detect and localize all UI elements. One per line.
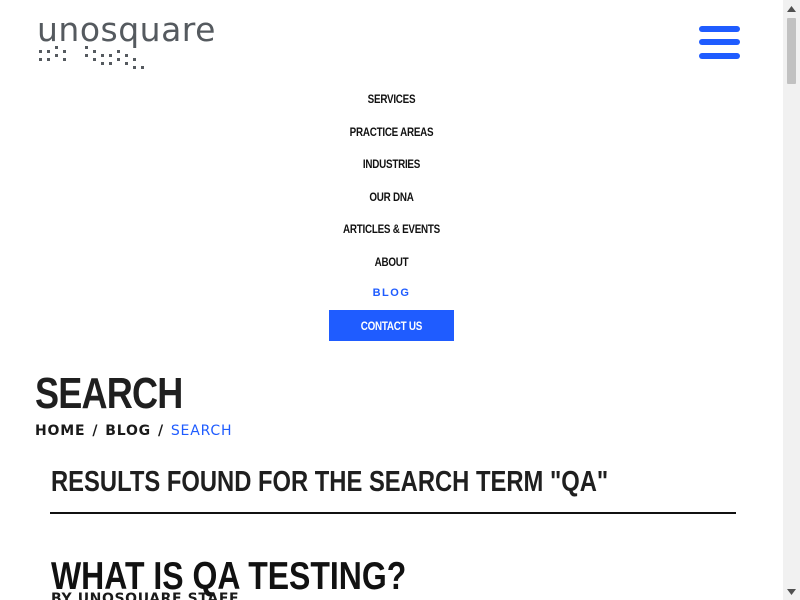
results-divider bbox=[50, 512, 736, 514]
post-byline: BY UNOSQUARE STAFF bbox=[51, 591, 240, 600]
hamburger-menu-icon bbox=[699, 26, 740, 59]
unosquare-logo[interactable]: unosquare bbox=[37, 10, 237, 74]
nav-item-services[interactable]: SERVICES bbox=[70, 92, 712, 106]
page-viewport: unosquare SERVICES PRACTICE AREAS INDUST… bbox=[0, 0, 783, 600]
nav-item-articles-events[interactable]: ARTICLES & EVENTS bbox=[70, 222, 712, 236]
breadcrumb-current: SEARCH bbox=[170, 423, 233, 439]
logo-wordmark: unosquare bbox=[37, 10, 216, 49]
breadcrumb-separator: / bbox=[92, 423, 99, 439]
menu-toggle-button[interactable] bbox=[699, 26, 741, 64]
nav-item-blog[interactable]: BLOG bbox=[0, 287, 783, 299]
search-results-heading: RESULTS FOUND FOR THE SEARCH TERM "QA" bbox=[51, 466, 609, 498]
breadcrumb-separator: / bbox=[157, 423, 164, 439]
nav-item-our-dna[interactable]: OUR DNA bbox=[70, 190, 712, 204]
vertical-scrollbar[interactable] bbox=[783, 0, 800, 600]
breadcrumb: HOME / BLOG / SEARCH bbox=[35, 423, 232, 439]
nav-item-practice-areas[interactable]: PRACTICE AREAS bbox=[70, 125, 712, 139]
scrollbar-thumb[interactable] bbox=[787, 18, 796, 84]
breadcrumb-blog-link[interactable]: BLOG bbox=[105, 423, 151, 439]
scroll-down-arrow-icon[interactable] bbox=[783, 583, 800, 600]
page-title: SEARCH bbox=[35, 369, 183, 418]
logo-dots-icon bbox=[39, 46, 144, 69]
nav-item-about[interactable]: ABOUT bbox=[70, 255, 712, 269]
contact-us-button[interactable]: CONTACT US bbox=[329, 310, 454, 341]
breadcrumb-home-link[interactable]: HOME bbox=[35, 423, 85, 439]
nav-item-industries[interactable]: INDUSTRIES bbox=[70, 157, 712, 171]
contact-us-label: CONTACT US bbox=[360, 318, 423, 333]
scroll-up-arrow-icon[interactable] bbox=[783, 0, 800, 17]
